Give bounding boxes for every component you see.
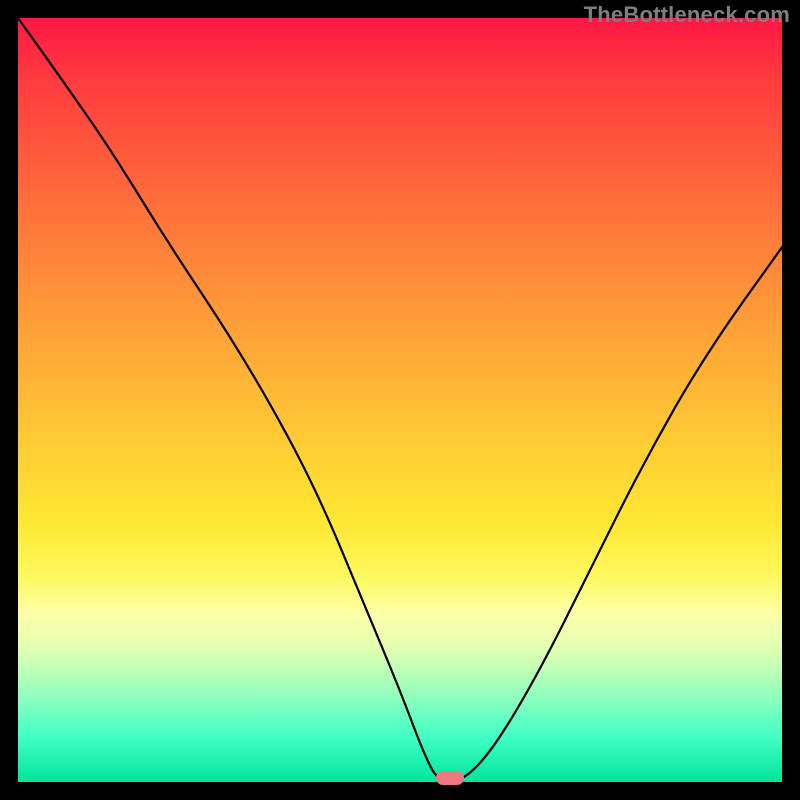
watermark-text: TheBottleneck.com [584,2,790,28]
plot-area [18,18,782,782]
chart-frame: TheBottleneck.com [0,0,800,800]
bottleneck-curve [18,18,782,782]
trough-marker [436,771,464,785]
